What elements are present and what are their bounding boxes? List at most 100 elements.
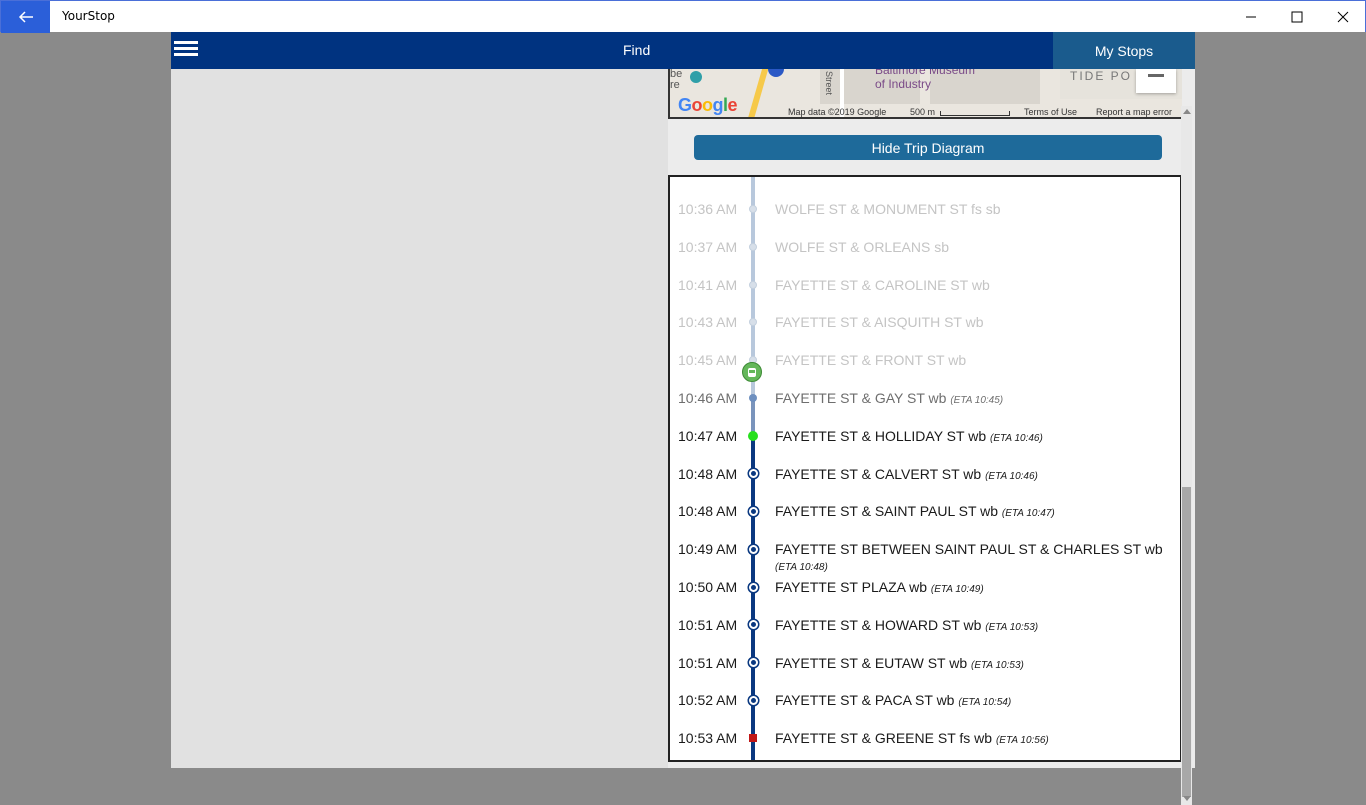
google-logo: Google	[678, 95, 738, 115]
stop-time: 10:51 AM	[678, 654, 738, 671]
map-label-area: TIDE PO	[1070, 69, 1133, 83]
zoom-out-button[interactable]	[1136, 69, 1176, 93]
scrollbar[interactable]	[1181, 106, 1192, 805]
stop-dot	[748, 544, 758, 554]
stop-name: FAYETTE ST & EUTAW ST wb	[775, 654, 968, 671]
trip-stop-row[interactable]: 10:51 AM FAYETTE ST & EUTAW ST wb (ETA 10…	[670, 655, 1170, 693]
trip-stop-row[interactable]: 10:51 AM FAYETTE ST & HOWARD ST wb (ETA 1…	[670, 617, 1170, 655]
stop-name: FAYETTE ST & FRONT ST wb	[775, 352, 967, 369]
scroll-down-icon[interactable]	[1183, 796, 1191, 801]
map-label-street: Street	[824, 71, 834, 96]
stop-name: FAYETTE ST & CALVERT ST wb	[775, 465, 982, 482]
stop-time: 10:41 AM	[678, 276, 738, 293]
stop-eta: (ETA 10:48)	[775, 562, 828, 574]
stop-name-container: FAYETTE ST PLAZA wb (ETA 10:49)	[775, 579, 1165, 598]
trip-stop-row[interactable]: 10:47 AM FAYETTE ST & HOLLIDAY ST wb (ETA…	[670, 428, 1170, 466]
stop-time: 10:45 AM	[678, 352, 738, 369]
stop-dot	[748, 695, 758, 705]
hamburger-icon[interactable]	[174, 38, 198, 62]
stop-eta: (ETA 10:56)	[995, 735, 1049, 747]
stop-name: FAYETTE ST BETWEEN SAINT PAUL ST & CHARL…	[775, 541, 1163, 558]
stop-name-container: FAYETTE ST & CAROLINE ST wb	[775, 277, 1165, 293]
stop-dot	[749, 205, 757, 213]
stop-eta: (ETA 10:53)	[971, 659, 1024, 671]
trip-stop-row[interactable]: 10:50 AM FAYETTE ST PLAZA wb (ETA 10:49)	[670, 579, 1170, 617]
stop-time: 10:50 AM	[678, 579, 738, 595]
my-stops-button[interactable]: My Stops	[1053, 32, 1195, 69]
minus-icon	[1148, 74, 1164, 77]
trip-diagram: 10:36 AM WOLFE ST & MONUMENT ST fs sb 10:3…	[668, 175, 1182, 762]
trip-stop-row[interactable]: 10:46 AM FAYETTE ST & GAY ST wb (ETA 10:4…	[670, 390, 1170, 428]
stop-eta: (ETA 10:53)	[985, 621, 1039, 633]
trip-stop-row[interactable]: 10:49 AM FAYETTE ST BETWEEN SAINT PAUL ST…	[670, 541, 1170, 579]
stop-name-container: FAYETTE ST & FRONT ST wb	[775, 352, 1165, 368]
map-view[interactable]: be re Baltimore Museum of Industry Stree…	[668, 69, 1182, 119]
minimize-icon	[1246, 16, 1256, 18]
stop-dot	[749, 394, 757, 402]
back-button[interactable]	[1, 1, 50, 33]
trip-stop-row[interactable]: 10:52 AM FAYETTE ST & PACA ST wb (ETA 10:…	[670, 692, 1170, 730]
stop-time: 10:43 AM	[678, 314, 738, 331]
stop-time: 10:37 AM	[678, 238, 738, 255]
stop-name-container: FAYETTE ST & SAINT PAUL ST wb (ETA 10:47…	[775, 503, 1165, 522]
scroll-up-icon[interactable]	[1183, 109, 1191, 114]
stop-name: FAYETTE ST & GREENE ST fs wb	[775, 730, 993, 747]
map-terms-link[interactable]: Terms of Use	[1024, 107, 1077, 117]
find-title[interactable]: Find	[623, 42, 650, 58]
scrollbar-thumb[interactable]	[1182, 487, 1191, 797]
stop-dot	[748, 506, 758, 516]
stop-dot	[749, 280, 757, 289]
stop-name: FAYETTE ST & AISQUITH ST wb	[775, 314, 984, 331]
map-label-museum: Baltimore Museum of Industry	[875, 69, 976, 91]
trip-stop-row[interactable]: 10:36 AM WOLFE ST & MONUMENT ST fs sb	[670, 201, 1170, 239]
trip-stop-row[interactable]: 10:43 AM FAYETTE ST & AISQUITH ST wb	[670, 314, 1170, 352]
window-titlebar: YourStop	[0, 0, 1366, 33]
stop-eta: (ETA 10:54)	[958, 697, 1012, 709]
stop-eta: (ETA 10:49)	[930, 584, 984, 595]
stop-dot	[748, 658, 758, 668]
stop-name: FAYETTE ST & CAROLINE ST wb	[775, 276, 990, 293]
trip-stop-row[interactable]: 10:37 AM WOLFE ST & ORLEANS sb	[670, 239, 1170, 277]
trip-stop-row[interactable]: 10:48 AM FAYETTE ST & SAINT PAUL ST wb (E…	[670, 503, 1170, 541]
trip-stop-row[interactable]: 10:53 AM FAYETTE ST & GREENE ST fs wb (ET…	[670, 730, 1170, 760]
end-stop-marker	[749, 734, 757, 743]
stop-time: 10:47 AM	[678, 427, 738, 444]
stop-name: WOLFE ST & ORLEANS sb	[775, 238, 950, 255]
stop-name: FAYETTE ST & HOWARD ST wb	[775, 616, 982, 633]
map-scale-bar	[940, 111, 1010, 116]
hide-trip-diagram-button[interactable]: Hide Trip Diagram	[694, 135, 1162, 160]
map-attribution: Map data ©2019 Google	[788, 107, 887, 117]
trip-stop-row[interactable]: 10:48 AM FAYETTE ST & CALVERT ST wb (ETA …	[670, 466, 1170, 504]
stop-name-container: FAYETTE ST & HOLLIDAY ST wb (ETA 10:46)	[775, 428, 1165, 447]
stop-time: 10:48 AM	[678, 503, 738, 520]
stop-name-container: FAYETTE ST & GREENE ST fs wb (ETA 10:56)	[775, 730, 1165, 749]
close-button[interactable]	[1320, 1, 1366, 33]
stop-dot	[748, 582, 758, 592]
map-poi-icon	[690, 71, 702, 83]
stop-dot	[749, 318, 757, 327]
stop-name-container: FAYETTE ST & EUTAW ST wb (ETA 10:53)	[775, 655, 1165, 674]
stop-name-container: FAYETTE ST & HOWARD ST wb (ETA 10:53)	[775, 617, 1165, 636]
stop-name-container: FAYETTE ST & AISQUITH ST wb	[775, 314, 1165, 330]
map-report-link[interactable]: Report a map error	[1096, 107, 1172, 117]
stop-dot	[749, 242, 757, 251]
stop-name: WOLFE ST & MONUMENT ST fs sb	[775, 201, 1001, 217]
minimize-button[interactable]	[1228, 1, 1274, 33]
stop-dot	[748, 620, 758, 630]
stop-name: FAYETTE ST & HOLLIDAY ST wb	[775, 427, 987, 444]
stop-name-container: FAYETTE ST BETWEEN SAINT PAUL ST & CHARL…	[775, 541, 1165, 576]
app-header: Find My Stops	[171, 32, 1195, 69]
map-label-poi: be re	[670, 69, 683, 91]
stop-time: 10:48 AM	[678, 465, 738, 482]
stop-time: 10:52 AM	[678, 692, 738, 709]
stop-dot	[748, 430, 758, 441]
stop-eta: (ETA 10:46)	[985, 470, 1038, 482]
trip-stop-row[interactable]: 10:41 AM FAYETTE ST & CAROLINE ST wb	[670, 277, 1170, 315]
arrow-left-icon	[18, 11, 33, 23]
stop-time: 10:49 AM	[678, 541, 738, 558]
map-location-icon	[768, 69, 784, 77]
stop-time: 10:36 AM	[678, 201, 738, 217]
maximize-button[interactable]	[1274, 1, 1320, 33]
map-scale-label: 500 m	[910, 107, 936, 117]
stop-time: 10:46 AM	[678, 390, 738, 406]
